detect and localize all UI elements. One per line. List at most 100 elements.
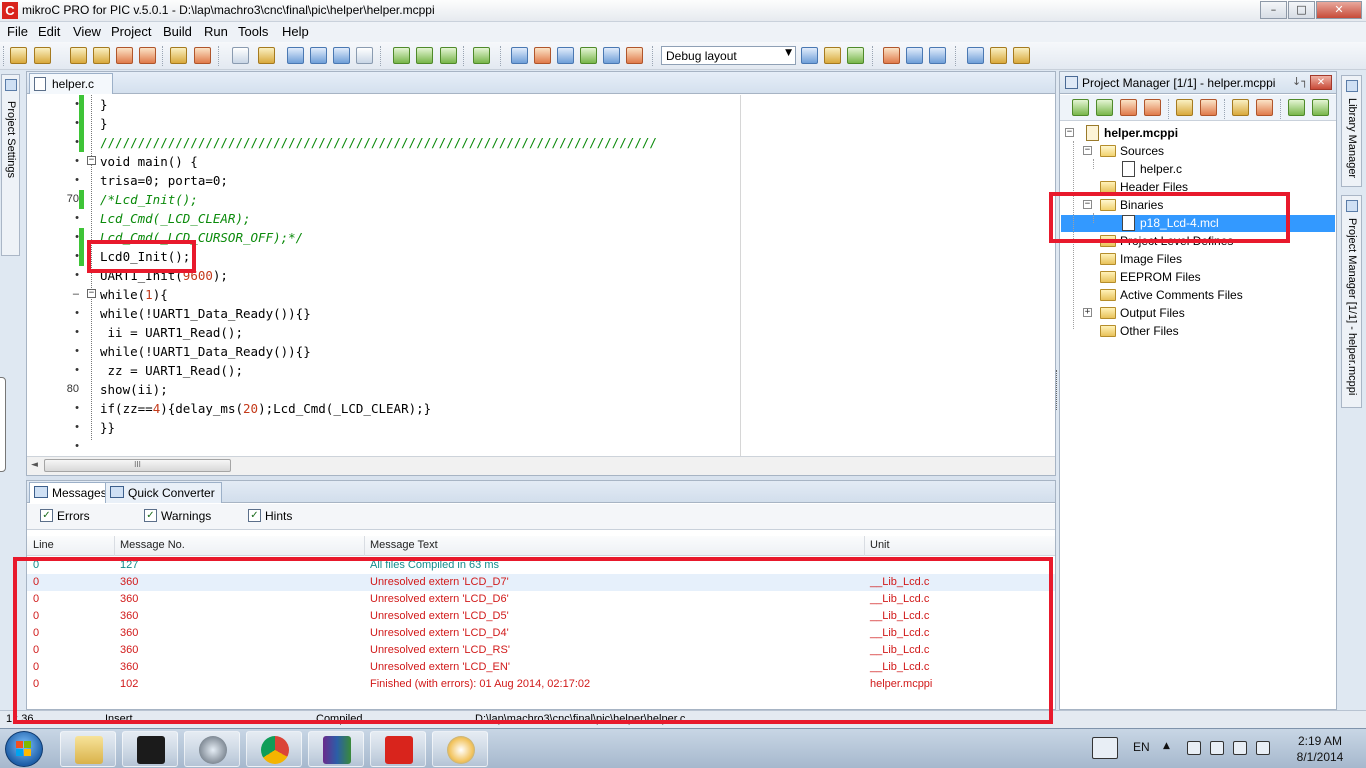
tab-helper-c[interactable]: helper.c [29, 73, 114, 94]
library-manager-tab[interactable]: Library Manager [1341, 75, 1362, 187]
options-icon[interactable] [626, 47, 643, 64]
code-line[interactable]: •}} [27, 418, 1055, 437]
chart-icon[interactable] [534, 47, 551, 64]
code-line[interactable]: 80 show(ii); [27, 380, 1055, 399]
print-icon[interactable] [356, 47, 373, 64]
menu-run[interactable]: Run [204, 24, 228, 39]
minimize-button[interactable]: – [1260, 1, 1287, 19]
code-line[interactable]: • zz = UART1_Read(); [27, 361, 1055, 380]
pen-input-icon[interactable] [1092, 737, 1118, 759]
save-project-icon[interactable] [70, 47, 87, 64]
errors-checkbox[interactable]: ✓ [40, 509, 53, 522]
remove-file-icon[interactable] [194, 47, 211, 64]
project-settings-tab[interactable]: Project Settings [1, 74, 20, 256]
menu-build[interactable]: Build [163, 24, 192, 39]
programmer-icon[interactable] [473, 47, 490, 64]
taskbar-paint[interactable] [432, 731, 488, 767]
monitor-icon[interactable] [511, 47, 528, 64]
menu-file[interactable]: File [7, 24, 28, 39]
add-folder-icon[interactable] [1176, 99, 1193, 116]
code-line[interactable]: – − while(1){ [27, 285, 1055, 304]
save-all-icon[interactable] [333, 47, 350, 64]
mikroc-app-icon[interactable]: C [2, 2, 18, 19]
key-icon[interactable] [990, 47, 1007, 64]
tools-icon[interactable] [603, 47, 620, 64]
save-project-group-icon[interactable] [1096, 99, 1113, 116]
col-unit[interactable]: Unit [870, 539, 890, 551]
code-line[interactable]: •} [27, 114, 1055, 133]
new-project-icon[interactable] [10, 47, 27, 64]
code-area[interactable]: •} •} •///////////////////////////////////… [27, 95, 1055, 457]
code-line[interactable]: • trisa=0; porta=0; [27, 171, 1055, 190]
root-collapse-toggle[interactable]: − [1065, 128, 1074, 137]
open-project-group-icon[interactable] [1072, 99, 1089, 116]
taskbar-e3-app[interactable] [122, 731, 178, 767]
fold-toggle[interactable]: − [87, 289, 96, 298]
menu-edit[interactable]: Edit [38, 24, 60, 39]
column-divider[interactable] [364, 536, 365, 556]
taskbar-explorer[interactable] [60, 731, 116, 767]
build-all-icon[interactable] [416, 47, 433, 64]
column-divider[interactable] [114, 536, 115, 556]
left-scroll-handle[interactable] [0, 377, 6, 472]
tab-messages[interactable]: Messages [29, 482, 114, 503]
usart-terminal-icon[interactable] [906, 47, 923, 64]
col-message-text[interactable]: Message Text [370, 539, 438, 551]
open-file-icon[interactable] [258, 47, 275, 64]
code-line[interactable]: • − void main() { [27, 152, 1055, 171]
menu-tools[interactable]: Tools [238, 24, 268, 39]
build-project-icon[interactable] [1288, 99, 1305, 116]
font-icon[interactable] [557, 47, 574, 64]
menu-project[interactable]: Project [111, 24, 151, 39]
taskbar-magnifier[interactable] [184, 731, 240, 767]
code-line[interactable]: • while(!UART1_Data_Ready()){} [27, 304, 1055, 323]
action-center-icon[interactable] [1187, 741, 1201, 755]
add-file-to-project-icon[interactable] [1232, 99, 1249, 116]
layout-select[interactable]: Debug layout ▼ [661, 46, 796, 65]
close-project-icon[interactable] [116, 47, 133, 64]
code-line[interactable]: •} [27, 95, 1055, 114]
chevron-down-icon[interactable]: ▼ [785, 48, 792, 58]
panel-close-icon[interactable]: ✕ [1310, 75, 1332, 90]
menu-help[interactable]: Help [282, 24, 309, 39]
save-file-icon[interactable] [287, 47, 304, 64]
layout-save-icon[interactable] [801, 47, 818, 64]
project-manager-tab[interactable]: Project Manager [1/1] - helper.mcppi [1341, 195, 1362, 408]
col-line[interactable]: Line [33, 539, 54, 551]
remove-file-from-project-icon[interactable] [1256, 99, 1273, 116]
close-button[interactable]: ✕ [1316, 1, 1362, 19]
seven-segment-icon[interactable] [929, 47, 946, 64]
tab-quick-converter[interactable]: Quick Converter [105, 482, 222, 503]
help-arrow-icon[interactable] [580, 47, 597, 64]
maximize-button[interactable]: □ [1288, 1, 1315, 19]
taskbar-mikroc[interactable] [370, 731, 426, 767]
tree-expander[interactable]: + [1083, 308, 1092, 317]
build-program-icon[interactable] [440, 47, 457, 64]
close-project-group-icon[interactable] [1120, 99, 1137, 116]
filter-hints[interactable]: ✓ Hints [248, 509, 292, 523]
menu-view[interactable]: View [73, 24, 101, 39]
horizontal-scrollbar[interactable]: ◄ III [27, 456, 1055, 475]
build-icon[interactable] [393, 47, 410, 64]
scroll-left-arrow-icon[interactable]: ◄ [31, 460, 38, 470]
filter-warnings[interactable]: ✓ Warnings [144, 509, 211, 523]
tree-expander[interactable]: − [1083, 146, 1092, 155]
code-line[interactable]: • [27, 437, 1055, 456]
flag-icon[interactable] [1210, 741, 1224, 755]
language-indicator[interactable]: EN [1133, 740, 1150, 754]
code-line[interactable]: • ii = UART1_Read(); [27, 323, 1055, 342]
code-line[interactable]: 70 /*Lcd_Init(); [27, 190, 1055, 209]
taskbar-winrar[interactable] [308, 731, 364, 767]
scroll-thumb[interactable]: III [44, 459, 231, 472]
open-project-icon[interactable] [34, 47, 51, 64]
hints-checkbox[interactable]: ✓ [248, 509, 261, 522]
code-line[interactable]: • Lcd_Cmd(_LCD_CLEAR); [27, 209, 1055, 228]
add-file-icon[interactable] [170, 47, 187, 64]
filter-errors[interactable]: ✓ Errors [40, 509, 90, 523]
layout-delete-icon[interactable] [847, 47, 864, 64]
help-icon[interactable] [967, 47, 984, 64]
clean-project-icon[interactable] [139, 47, 156, 64]
taskbar-chrome[interactable] [246, 731, 302, 767]
show-hidden-icons-icon[interactable]: ▲ [1163, 741, 1170, 751]
remove-folder-icon[interactable] [1200, 99, 1217, 116]
